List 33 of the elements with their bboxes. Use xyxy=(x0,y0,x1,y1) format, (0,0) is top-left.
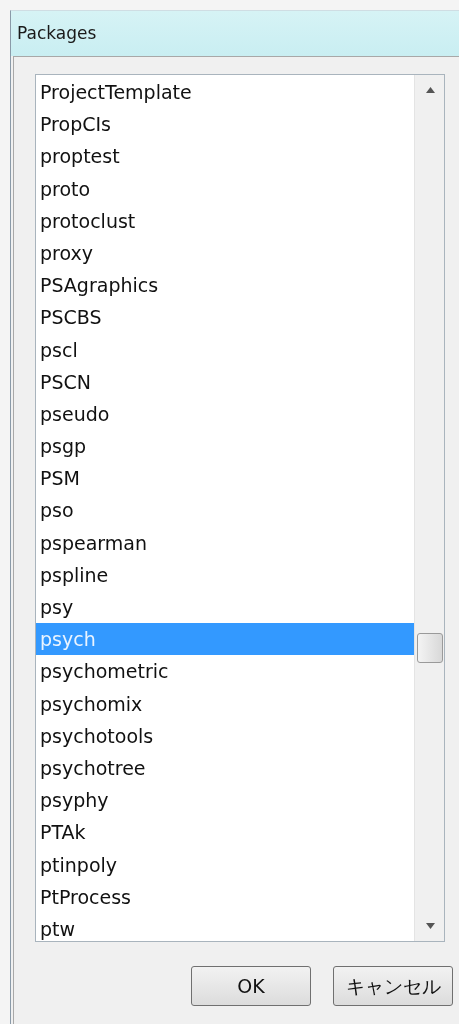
list-item[interactable]: PSCN xyxy=(36,365,414,398)
list-item[interactable]: PtProcess xyxy=(36,880,414,913)
scroll-up-icon[interactable] xyxy=(426,87,435,93)
list-item[interactable]: psyphy xyxy=(36,784,414,817)
list-item[interactable]: psychometric xyxy=(36,655,414,688)
list-item[interactable]: proto xyxy=(36,172,414,205)
list-item[interactable]: ptw xyxy=(36,912,414,941)
list-item[interactable]: psychomix xyxy=(36,687,414,720)
list-item[interactable]: psgp xyxy=(36,430,414,463)
list-item[interactable]: pseudo xyxy=(36,397,414,431)
list-item[interactable]: pspline xyxy=(36,558,414,591)
list-item[interactable]: psychotree xyxy=(36,751,414,785)
cancel-button[interactable]: キャンセル xyxy=(333,966,453,1006)
list-item[interactable]: PropCIs xyxy=(36,108,414,141)
list-item[interactable]: psy xyxy=(36,591,414,624)
window-title: Packages xyxy=(17,21,97,45)
list-item[interactable]: pscl xyxy=(36,333,414,366)
list-item[interactable]: protoclust xyxy=(36,204,414,237)
list-item[interactable]: pso xyxy=(36,494,414,527)
list-item[interactable]: psychotools xyxy=(36,719,414,752)
list-item[interactable]: ptinpoly xyxy=(36,848,414,881)
list-item[interactable]: pspearman xyxy=(36,526,414,559)
list-item[interactable]: PSM xyxy=(36,462,414,495)
list-item[interactable]: PSAgraphics xyxy=(36,269,414,302)
list-item[interactable]: proxy xyxy=(36,236,414,270)
scrollbar[interactable] xyxy=(414,75,444,941)
scrollbar-thumb[interactable] xyxy=(417,633,443,663)
list-item[interactable]: proptest xyxy=(36,140,414,173)
list-item[interactable]: PSCBS xyxy=(36,301,414,334)
ok-button[interactable]: OK xyxy=(191,966,311,1006)
list-item[interactable]: ProjectTemplate xyxy=(36,76,414,109)
list-item[interactable]: PTAk xyxy=(36,816,414,849)
scroll-down-icon[interactable] xyxy=(426,923,435,929)
